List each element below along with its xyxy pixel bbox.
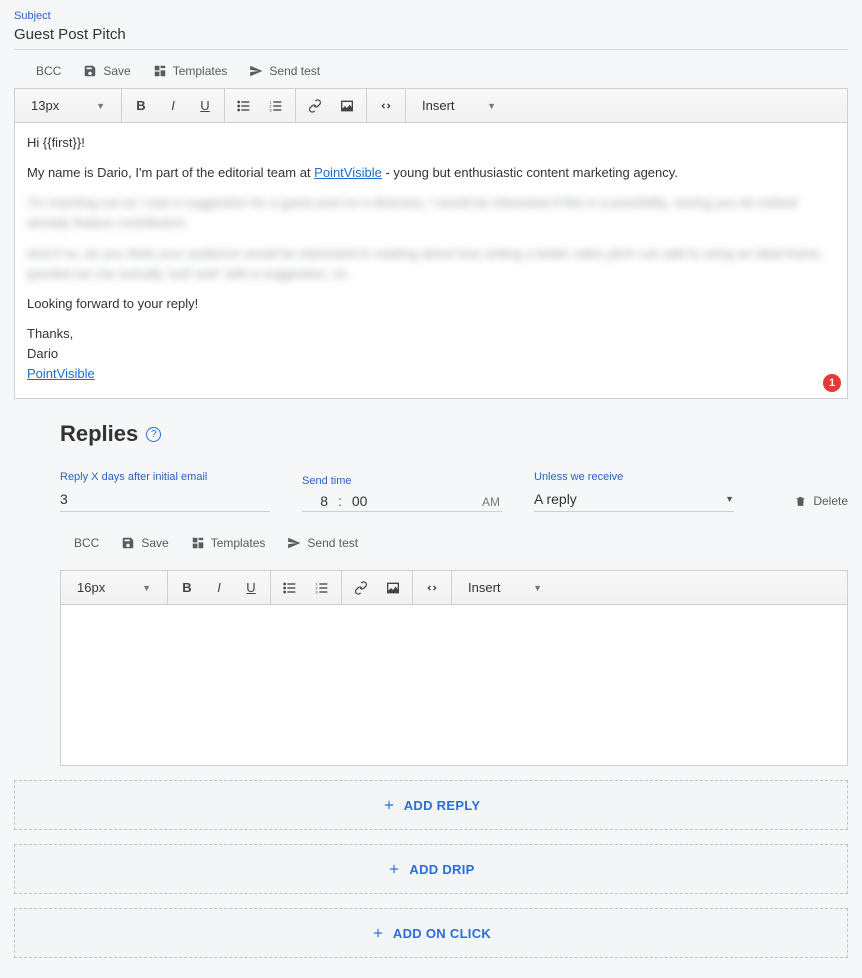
rte-toolbar-reply: 16px ▼ B I U 123 Insert (61, 571, 847, 605)
reply-save-button[interactable]: Save (121, 536, 168, 550)
body-blurred-1: I'm reaching out as I saw a suggestion f… (27, 193, 835, 233)
reply-link-button[interactable] (350, 577, 372, 599)
replies-section: Replies ? Reply X days after initial ema… (14, 399, 848, 766)
send-test-button[interactable]: Send test (249, 64, 320, 78)
reply-code-button[interactable] (421, 577, 443, 599)
unless-label: Unless we receive (534, 471, 734, 483)
number-list-button[interactable]: 123 (265, 95, 287, 117)
reply-insert-select[interactable]: Insert ▼ (460, 580, 550, 595)
reply-underline-button[interactable]: U (240, 577, 262, 599)
body-sig-name: Dario (27, 344, 835, 364)
subject-label: Subject (14, 8, 848, 26)
send-icon (287, 536, 301, 550)
replies-title: Replies (60, 421, 138, 447)
insert-select[interactable]: Insert ▼ (414, 98, 504, 113)
signature-link[interactable]: PointVisible (27, 366, 95, 381)
bullet-list-button[interactable] (233, 95, 255, 117)
unless-value: A reply (534, 491, 577, 507)
delete-label: Delete (813, 494, 848, 508)
main-editor: 13px ▼ B I U 123 Insert ▼ Hi {{first} (14, 88, 848, 399)
caret-icon: ▼ (96, 101, 105, 111)
time-label: Send time (302, 475, 502, 487)
save-icon (121, 536, 135, 550)
link-button[interactable] (304, 95, 326, 117)
rte-toolbar-main: 13px ▼ B I U 123 Insert ▼ (15, 89, 847, 123)
reply-save-label: Save (141, 536, 168, 550)
editor-mini-toolbar: BCC Save Templates Send test (14, 50, 848, 88)
svg-text:3: 3 (269, 107, 272, 112)
code-button[interactable] (375, 95, 397, 117)
editor-body[interactable]: Hi {{first}}! My name is Dario, I'm part… (15, 123, 847, 398)
body-intro-before: My name is Dario, I'm part of the editor… (27, 165, 314, 180)
italic-button[interactable]: I (162, 95, 184, 117)
add-drip-label: ADD DRIP (409, 862, 474, 877)
save-icon (83, 64, 97, 78)
days-input[interactable] (60, 489, 270, 512)
templates-icon (191, 536, 205, 550)
font-size-select[interactable]: 13px ▼ (23, 98, 113, 113)
plus-icon (387, 862, 401, 876)
body-thanks: Thanks, (27, 324, 835, 344)
reply-insert-label: Insert (468, 580, 501, 595)
reply-templates-button[interactable]: Templates (191, 536, 266, 550)
templates-icon (153, 64, 167, 78)
send-icon (249, 64, 263, 78)
time-minute: 00 (352, 493, 368, 509)
add-onclick-button[interactable]: ADD ON CLICK (14, 908, 848, 958)
bold-button[interactable]: B (130, 95, 152, 117)
delete-reply-button[interactable]: Delete (794, 494, 848, 512)
reply-bullet-list-button[interactable] (279, 577, 301, 599)
add-drip-button[interactable]: ADD DRIP (14, 844, 848, 894)
reply-send-test-button[interactable]: Send test (287, 536, 358, 550)
body-intro-line: My name is Dario, I'm part of the editor… (27, 163, 835, 183)
trash-icon (794, 495, 807, 508)
bcc-toggle[interactable]: BCC (36, 64, 61, 78)
reply-mini-toolbar: BCC Save Templates Send test (60, 522, 848, 560)
time-sep: : (338, 493, 342, 509)
templates-label: Templates (173, 64, 228, 78)
help-icon[interactable]: ? (146, 427, 161, 442)
plus-icon (371, 926, 385, 940)
save-label: Save (103, 64, 130, 78)
body-closing: Looking forward to your reply! (27, 294, 835, 314)
reply-number-list-button[interactable]: 123 (311, 577, 333, 599)
templates-button[interactable]: Templates (153, 64, 228, 78)
plus-icon (382, 798, 396, 812)
reply-bold-button[interactable]: B (176, 577, 198, 599)
subject-value[interactable]: Guest Post Pitch (14, 26, 848, 50)
reply-editor: 16px ▼ B I U 123 Insert (60, 570, 848, 766)
add-reply-button[interactable]: ADD REPLY (14, 780, 848, 830)
dropdown-icon: ▼ (725, 494, 734, 504)
pointvisible-link[interactable]: PointVisible (314, 165, 382, 180)
reply-editor-body[interactable] (61, 605, 847, 765)
reply-bcc-toggle[interactable]: BCC (74, 536, 99, 550)
reply-font-size-select[interactable]: 16px ▼ (69, 580, 159, 595)
font-size-value: 13px (31, 98, 59, 113)
time-input[interactable]: 8 : 00 AM (302, 493, 502, 512)
body-blurred-2: And if so, do you think your audience wo… (27, 244, 835, 284)
reply-font-size-value: 16px (77, 580, 105, 595)
reply-templates-label: Templates (211, 536, 266, 550)
caret-icon: ▼ (487, 101, 496, 111)
days-label: Reply X days after initial email (60, 471, 270, 483)
send-test-label: Send test (269, 64, 320, 78)
unless-select[interactable]: A reply ▼ (534, 489, 734, 512)
underline-button[interactable]: U (194, 95, 216, 117)
caret-icon: ▼ (142, 583, 151, 593)
reply-italic-button[interactable]: I (208, 577, 230, 599)
time-hour: 8 (304, 493, 328, 509)
image-button[interactable] (336, 95, 358, 117)
reply-image-button[interactable] (382, 577, 404, 599)
body-greeting: Hi {{first}}! (27, 133, 835, 153)
add-onclick-label: ADD ON CLICK (393, 926, 491, 941)
time-ampm: AM (482, 495, 500, 509)
reply-send-test-label: Send test (307, 536, 358, 550)
save-button[interactable]: Save (83, 64, 130, 78)
insert-label: Insert (422, 98, 455, 113)
body-intro-after: - young but enthusiastic content marketi… (382, 165, 678, 180)
caret-icon: ▼ (533, 583, 542, 593)
svg-text:3: 3 (315, 589, 318, 594)
add-reply-label: ADD REPLY (404, 798, 481, 813)
